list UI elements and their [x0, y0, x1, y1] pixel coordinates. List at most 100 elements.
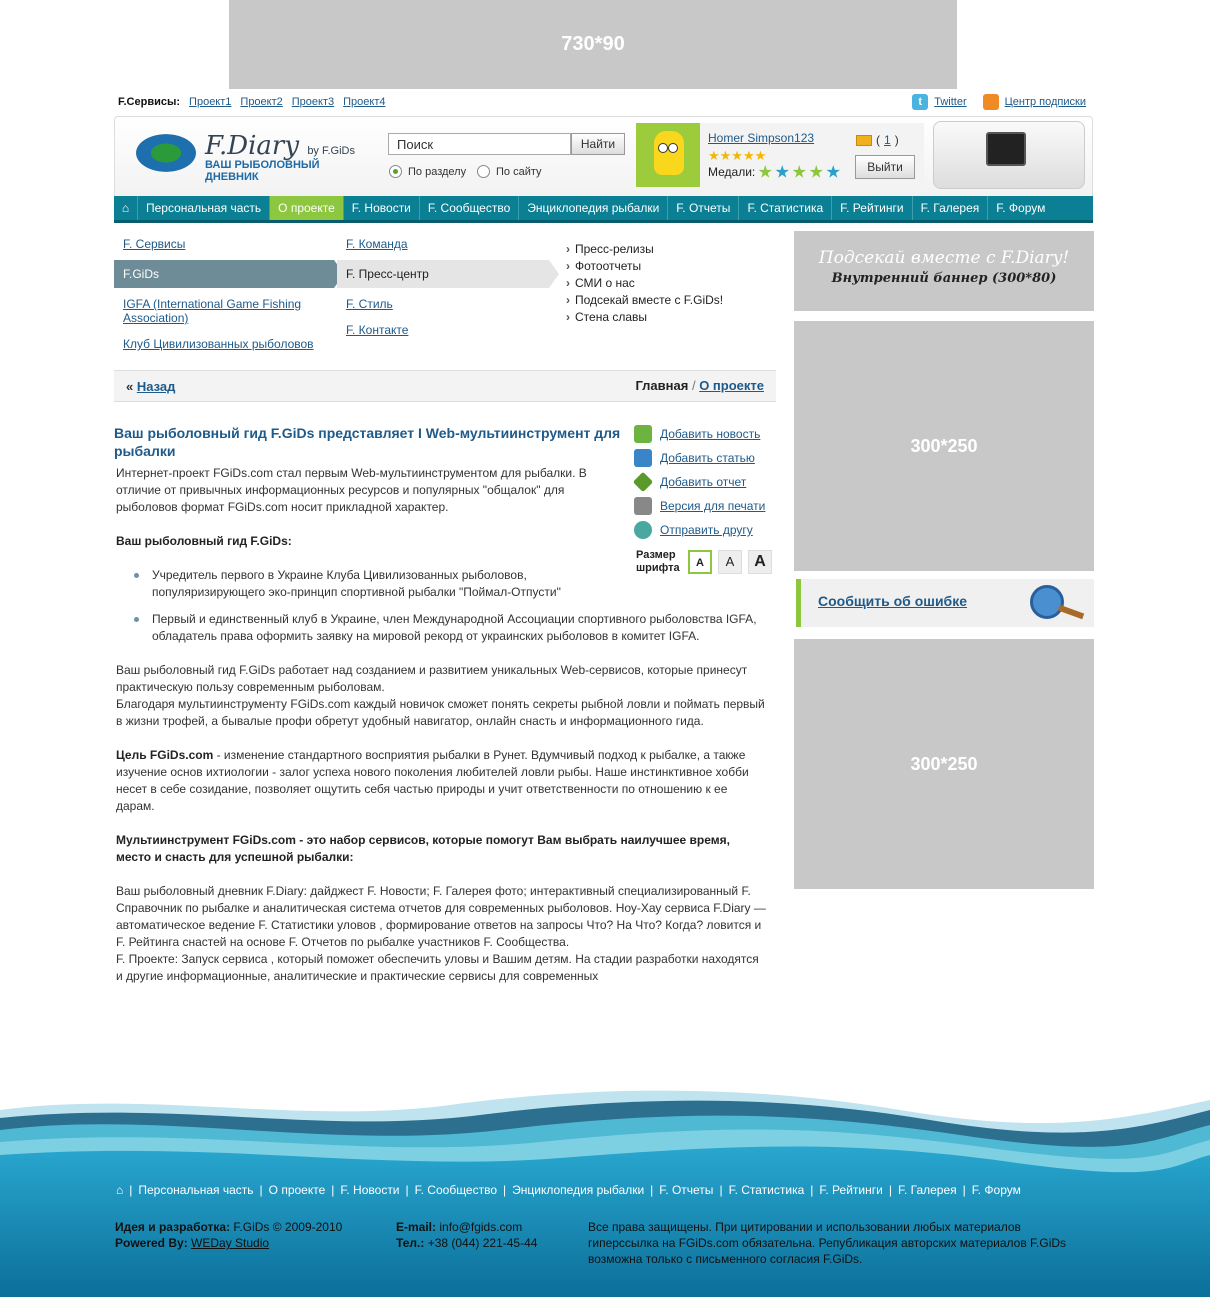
- nav-item-personal[interactable]: Персональная часть: [138, 196, 271, 220]
- scope-section-label: По разделу: [408, 165, 467, 178]
- scope-site-radio[interactable]: По сайту: [477, 165, 542, 178]
- service-link-1[interactable]: Проект1: [189, 96, 231, 108]
- footer-nav-about[interactable]: О проекте: [269, 1183, 326, 1197]
- submenu-wall-of-fame[interactable]: Стена славы: [566, 310, 723, 324]
- report-error-link[interactable]: Сообщить об ошибке: [818, 593, 967, 609]
- radio-unchecked-icon[interactable]: [477, 165, 490, 178]
- username-link[interactable]: Homer Simpson123: [708, 131, 814, 145]
- twitter-icon[interactable]: t: [912, 94, 929, 110]
- footer-nav-encyclopedia[interactable]: Энциклопедия рыбалки: [512, 1183, 644, 1197]
- tel-label: Тел.:: [396, 1236, 425, 1250]
- submenu-photo-reports[interactable]: Фотоотчеты: [566, 259, 723, 273]
- site-logo[interactable]: F.Diary by F.GiDs ВАШ РЫБОЛОВНЫЙ ДНЕВНИК: [131, 127, 361, 183]
- footer-nav-community[interactable]: F. Сообщество: [415, 1183, 497, 1197]
- scope-section-radio[interactable]: По разделу: [389, 165, 466, 178]
- nav-item-statistics[interactable]: F. Статистика: [739, 196, 833, 220]
- nav-item-ratings[interactable]: F. Рейтинги: [832, 196, 913, 220]
- submenu-style[interactable]: F. Стиль: [337, 294, 549, 314]
- add-report-icon: [632, 471, 654, 493]
- bug-icon: [1030, 585, 1064, 619]
- add-news-icon: [634, 425, 652, 443]
- search-button[interactable]: Найти: [571, 133, 625, 155]
- radio-checked-icon[interactable]: [389, 165, 402, 178]
- submenu-hook-together[interactable]: Подсекай вместе с F.GiDs!: [566, 293, 723, 307]
- nav-item-about[interactable]: О проекте: [270, 196, 344, 220]
- submenu-press-releases[interactable]: Пресс-релизы: [566, 242, 723, 256]
- footer-nav-statistics[interactable]: F. Статистика: [729, 1183, 805, 1197]
- font-size-small-button[interactable]: A: [688, 550, 712, 574]
- nav-item-gallery[interactable]: F. Галерея: [913, 196, 989, 220]
- nav-item-news[interactable]: F. Новости: [344, 196, 420, 220]
- user-panel: Homer Simpson123 ★★★★★ Медали: (1) Выйти: [636, 123, 924, 187]
- subscription-center-link[interactable]: Центр подписки: [1005, 96, 1086, 108]
- submenu-press-center[interactable]: F. Пресс-центр: [337, 260, 559, 288]
- gps-device-ad[interactable]: [933, 121, 1085, 189]
- article-body: Интернет-проект FGiDs.com стал первым We…: [116, 465, 766, 985]
- print-version-button[interactable]: Версия для печати: [634, 494, 774, 518]
- service-link-3[interactable]: Проект3: [292, 96, 334, 108]
- messages-count[interactable]: 1: [884, 133, 891, 147]
- list-item: Первый и единственный клуб в Украине, чл…: [134, 611, 766, 645]
- submenu-col2: F. Команда F. Пресс-центр F. Стиль F. Ко…: [337, 234, 559, 346]
- submenu-services[interactable]: F. Сервисы: [114, 234, 334, 254]
- footer-nav: ⌂ | Персональная часть | О проекте | F. Нов…: [116, 1183, 1021, 1197]
- breadcrumb-home[interactable]: Главная: [635, 378, 688, 393]
- nav-item-community[interactable]: F. Сообщество: [420, 196, 520, 220]
- add-article-button[interactable]: Добавить статью: [634, 446, 774, 470]
- rss-icon[interactable]: [982, 94, 999, 110]
- submenu-team[interactable]: F. Команда: [337, 234, 549, 254]
- breadcrumb-about[interactable]: О проекте: [699, 378, 764, 393]
- service-link-4[interactable]: Проект4: [343, 96, 385, 108]
- footer-home-icon[interactable]: ⌂: [116, 1183, 123, 1197]
- copyright-text: Все права защищены. При цитировании и ис…: [588, 1220, 1067, 1266]
- footer-nav-gallery[interactable]: F. Галерея: [898, 1183, 957, 1197]
- twitter-link[interactable]: Twitter: [934, 96, 966, 108]
- back-link[interactable]: « Назад: [126, 379, 175, 394]
- email-value[interactable]: info@fgids.com: [436, 1220, 522, 1234]
- submenu-igfa[interactable]: IGFA (International Game Fishing Associa…: [114, 294, 334, 328]
- font-size-large-button[interactable]: A: [748, 550, 772, 574]
- submenu-club[interactable]: Клуб Цивилизованных рыболовов: [114, 334, 334, 354]
- ad-300x250-top[interactable]: 300*250: [794, 321, 1094, 571]
- home-icon[interactable]: ⌂: [114, 196, 138, 220]
- main-nav: ⌂ Персональная часть О проекте F. Новост…: [114, 196, 1093, 223]
- envelope-icon[interactable]: [856, 134, 872, 146]
- font-size-control: Размер шрифта A A A: [636, 549, 772, 575]
- inner-banner-subtitle: Внутренний баннер (300*80): [831, 271, 1057, 286]
- multi-heading: Мультиинструмент FGiDs.com - это набор с…: [116, 833, 730, 864]
- add-article-icon: [634, 449, 652, 467]
- messages[interactable]: (1): [856, 133, 899, 147]
- footer-nav-personal[interactable]: Персональная часть: [138, 1183, 253, 1197]
- submenu-fgids[interactable]: F.GiDs: [114, 260, 344, 288]
- top-banner-ad[interactable]: 730*90: [229, 0, 957, 89]
- avatar[interactable]: [636, 123, 700, 187]
- nav-item-encyclopedia[interactable]: Энциклопедия рыбалки: [519, 196, 669, 220]
- add-report-button[interactable]: Добавить отчет: [632, 470, 774, 494]
- send-friend-button[interactable]: Отправить другу: [634, 518, 774, 542]
- service-link-2[interactable]: Проект2: [240, 96, 282, 108]
- logo-title: F.Diary: [205, 131, 300, 161]
- send-friend-icon: [634, 521, 652, 539]
- nav-item-forum[interactable]: F. Форум: [988, 196, 1053, 220]
- magnifier-icon: [1057, 604, 1085, 620]
- submenu-media[interactable]: СМИ о нас: [566, 276, 723, 290]
- ad-300x250-bottom[interactable]: 300*250: [794, 639, 1094, 889]
- search-input[interactable]: Поиск: [388, 133, 571, 155]
- scope-site-label: По сайту: [496, 165, 542, 178]
- report-error-box[interactable]: Сообщить об ошибке: [796, 579, 1094, 627]
- logo-tagline: ВАШ РЫБОЛОВНЫЙ ДНЕВНИК: [205, 159, 320, 183]
- nav-item-reports[interactable]: F. Отчеты: [668, 196, 740, 220]
- medal-icon: [792, 165, 806, 178]
- footer-nav-news[interactable]: F. Новости: [340, 1183, 399, 1197]
- footer-nav-ratings[interactable]: F. Рейтинги: [819, 1183, 882, 1197]
- add-news-button[interactable]: Добавить новость: [634, 422, 774, 446]
- footer-nav-forum[interactable]: F. Форум: [972, 1183, 1021, 1197]
- footer-nav-reports[interactable]: F. Отчеты: [659, 1183, 713, 1197]
- medals-label: Медали:: [708, 165, 756, 179]
- powered-link[interactable]: WEDay Studio: [191, 1236, 269, 1250]
- logout-button[interactable]: Выйти: [855, 155, 915, 179]
- inner-banner-ad[interactable]: Подсекай вместе с F.Diary! Внутренний ба…: [794, 231, 1094, 311]
- article-paragraph: F. Проекте: Запуск сервиса , который пом…: [116, 952, 759, 983]
- submenu-contacts[interactable]: F. Контакте: [337, 320, 549, 340]
- font-size-medium-button[interactable]: A: [718, 550, 742, 574]
